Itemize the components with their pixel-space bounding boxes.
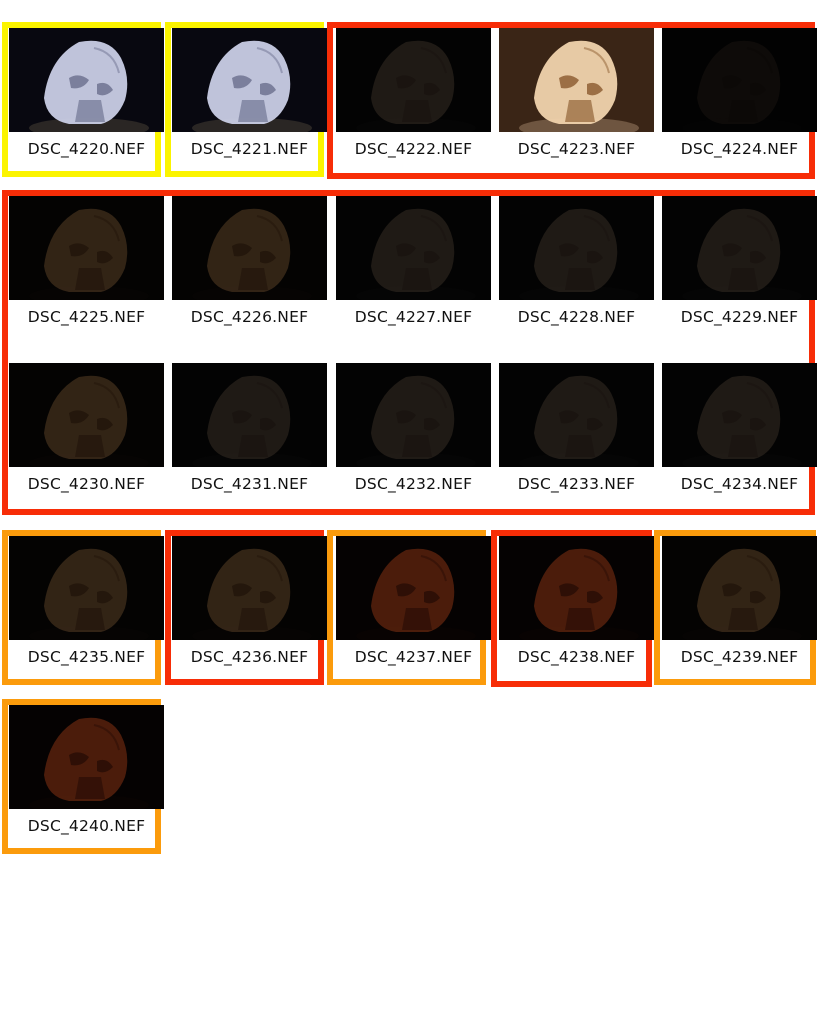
thumbnail-image[interactable]: [9, 363, 164, 467]
thumbnail-image[interactable]: [336, 363, 491, 467]
thumbnail-filename: DSC_4239.NEF: [680, 648, 799, 666]
thumbnail-filename: DSC_4225.NEF: [27, 308, 146, 326]
thumbnail-image[interactable]: [172, 536, 327, 640]
thumbnail-filename: DSC_4235.NEF: [27, 648, 146, 666]
thumbnail-image[interactable]: [499, 28, 654, 132]
thumbnail-filename: DSC_4230.NEF: [27, 475, 146, 493]
thumbnail-image[interactable]: [662, 28, 817, 132]
thumbnail-filename: DSC_4233.NEF: [517, 475, 636, 493]
thumbnail-image[interactable]: [499, 536, 654, 640]
thumbnail-image[interactable]: [499, 196, 654, 300]
thumbnail-image[interactable]: [172, 196, 327, 300]
thumbnail-image[interactable]: [336, 196, 491, 300]
thumbnail-filename: DSC_4223.NEF: [517, 140, 636, 158]
thumbnail-image[interactable]: [336, 536, 491, 640]
thumbnail-filename: DSC_4228.NEF: [517, 308, 636, 326]
thumbnail-image[interactable]: [9, 28, 164, 132]
thumbnail-filename: DSC_4232.NEF: [354, 475, 473, 493]
thumbnail-filename: DSC_4227.NEF: [354, 308, 473, 326]
thumbnail-image[interactable]: [172, 28, 327, 132]
thumbnail-filename: DSC_4237.NEF: [354, 648, 473, 666]
thumbnail-filename: DSC_4224.NEF: [680, 140, 799, 158]
thumbnail-filename: DSC_4234.NEF: [680, 475, 799, 493]
thumbnail-image[interactable]: [9, 196, 164, 300]
thumbnail-image[interactable]: [662, 363, 817, 467]
thumbnail-filename: DSC_4229.NEF: [680, 308, 799, 326]
contact-sheet: { "colors": { "yellow": "#fbf400", "red"…: [0, 0, 819, 1023]
thumbnail-image[interactable]: [499, 363, 654, 467]
thumbnail-image[interactable]: [9, 705, 164, 809]
thumbnail-image[interactable]: [662, 196, 817, 300]
thumbnail-filename: DSC_4238.NEF: [517, 648, 636, 666]
thumbnail-filename: DSC_4226.NEF: [190, 308, 309, 326]
thumbnail-image[interactable]: [9, 536, 164, 640]
thumbnail-image[interactable]: [662, 536, 817, 640]
thumbnail-image[interactable]: [172, 363, 327, 467]
thumbnail-filename: DSC_4240.NEF: [27, 817, 146, 835]
thumbnail-filename: DSC_4220.NEF: [27, 140, 146, 158]
thumbnail-filename: DSC_4222.NEF: [354, 140, 473, 158]
thumbnail-filename: DSC_4221.NEF: [190, 140, 309, 158]
thumbnail-filename: DSC_4231.NEF: [190, 475, 309, 493]
thumbnail-image[interactable]: [336, 28, 491, 132]
thumbnail-filename: DSC_4236.NEF: [190, 648, 309, 666]
